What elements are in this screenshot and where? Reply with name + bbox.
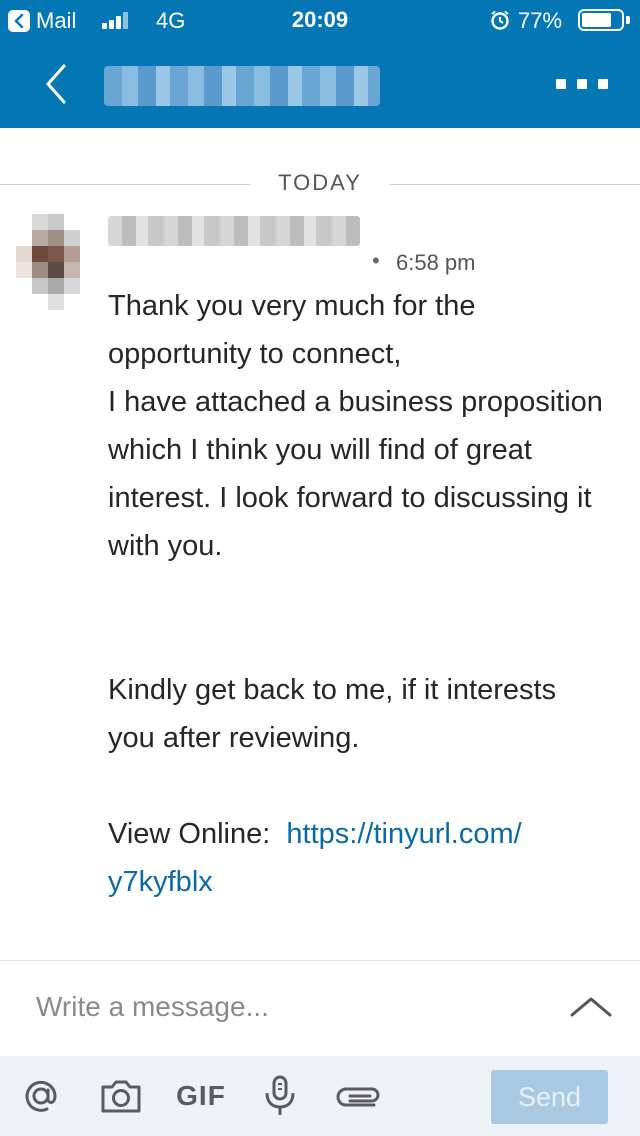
chevron-up-icon bbox=[570, 997, 612, 1017]
battery-percentage: 77% bbox=[518, 8, 563, 33]
meta-separator: • bbox=[372, 248, 380, 273]
battery-tip bbox=[626, 16, 630, 24]
link-text: y7kyfblx bbox=[108, 866, 213, 898]
attach-button[interactable] bbox=[336, 1076, 384, 1116]
back-button[interactable] bbox=[36, 62, 76, 106]
conversation-header bbox=[0, 40, 640, 128]
send-button[interactable]: Send bbox=[491, 1070, 608, 1124]
message-body: Thank you very much for the opportunity … bbox=[108, 282, 608, 906]
sender-name-redacted[interactable] bbox=[108, 216, 360, 246]
more-options-icon bbox=[598, 79, 608, 89]
gif-button[interactable]: GIF bbox=[176, 1076, 226, 1116]
sender-avatar-redacted[interactable] bbox=[16, 214, 80, 318]
view-online-line: View Online: https://tinyurl.com/y7kyfbl… bbox=[108, 810, 608, 906]
message-paragraph: Kindly get back to me, if it interests y… bbox=[108, 674, 557, 754]
alarm-clock-icon bbox=[490, 10, 510, 30]
more-options-icon bbox=[556, 79, 566, 89]
message-paragraph: Thank you very much for the opportunity … bbox=[108, 290, 603, 562]
gif-icon: GIF bbox=[176, 1080, 226, 1111]
microphone-icon bbox=[265, 1075, 295, 1115]
camera-icon bbox=[101, 1080, 141, 1113]
camera-button[interactable] bbox=[98, 1076, 144, 1116]
message-composer bbox=[0, 960, 640, 1057]
divider-line bbox=[390, 184, 640, 185]
more-options-icon bbox=[577, 79, 587, 89]
mention-icon bbox=[25, 1080, 57, 1112]
message-input[interactable] bbox=[36, 985, 516, 1029]
date-divider-label: TODAY bbox=[278, 170, 362, 195]
composer-toolbar: GIF Send bbox=[0, 1056, 640, 1136]
mention-button[interactable] bbox=[18, 1076, 64, 1116]
expand-composer-button[interactable] bbox=[568, 991, 614, 1021]
voice-button[interactable] bbox=[260, 1075, 300, 1116]
battery-fill bbox=[582, 13, 611, 27]
battery-icon bbox=[578, 9, 624, 31]
chevron-left-icon bbox=[46, 64, 66, 104]
message-time: 6:58 pm bbox=[396, 250, 476, 275]
contact-name-redacted[interactable] bbox=[104, 66, 380, 106]
status-bar: Mail 4G 20:09 77% bbox=[0, 0, 640, 40]
date-divider: TODAY bbox=[0, 160, 640, 206]
more-options-button[interactable] bbox=[556, 70, 608, 98]
view-online-label: View Online: bbox=[108, 818, 271, 850]
top-bar: Mail 4G 20:09 77% bbox=[0, 0, 640, 128]
link-text: https://tinyurl.com/ bbox=[286, 818, 522, 850]
attachment-icon bbox=[336, 1087, 380, 1107]
